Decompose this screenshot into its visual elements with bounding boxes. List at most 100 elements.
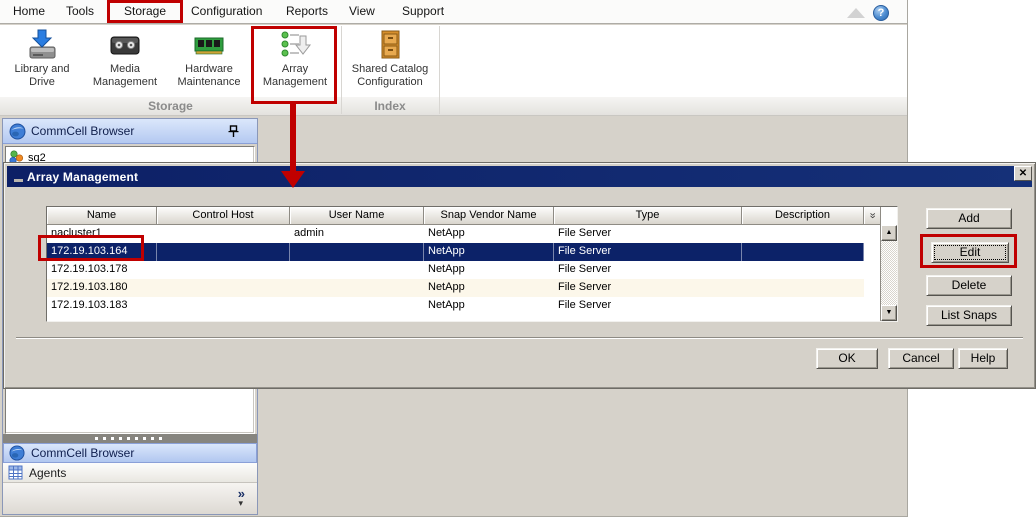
panel-bottom-strip [3, 483, 257, 514]
cancel-button[interactable]: Cancel [888, 348, 954, 369]
column-header-snap_vendor_name[interactable]: Snap Vendor Name [424, 207, 554, 225]
ribbon-hardware-maintenance[interactable]: Hardware Maintenance [166, 26, 252, 102]
ribbon-label: Library and [2, 63, 82, 76]
table-cell-description[interactable] [742, 279, 864, 297]
table-header-row: NameControl HostUser NameSnap Vendor Nam… [47, 207, 897, 225]
ribbon-media-management[interactable]: Media Management [86, 26, 164, 102]
table-row-172.19.103.180[interactable]: 172.19.103.180 NetAppFile Server [47, 279, 864, 297]
screenshot-root: Home Tools Storage Configuration Reports… [0, 0, 1036, 522]
table-cell-name[interactable]: 172.19.103.183 [47, 297, 157, 315]
table-cell-snap_vendor_name[interactable]: NetApp [424, 279, 554, 297]
add-button[interactable]: Add [926, 208, 1012, 229]
table-cell-description[interactable] [742, 225, 864, 243]
library-and-drive-icon [25, 28, 59, 62]
shared-catalog-icon [373, 28, 407, 62]
table-cell-type[interactable]: File Server [554, 261, 742, 279]
table-cell-description[interactable] [742, 261, 864, 279]
dialog-titlebar: Array Management [7, 166, 1032, 187]
table-cell-type[interactable]: File Server [554, 279, 742, 297]
vertical-scrollbar[interactable] [880, 225, 897, 321]
ribbon-separator [341, 26, 342, 114]
delete-button[interactable]: Delete [926, 275, 1012, 296]
agents-grid-icon [8, 465, 23, 480]
ribbon-label: Maintenance [166, 76, 252, 89]
table-cell-snap_vendor_name[interactable]: NetApp [424, 261, 554, 279]
table-cell-user_name[interactable] [290, 297, 424, 315]
menu-reports[interactable]: Reports [286, 4, 328, 18]
annotation-box-array-management [251, 26, 337, 104]
help-button[interactable]: Help [958, 348, 1008, 369]
panel-title: CommCell Browser [31, 124, 134, 138]
table-cell-user_name[interactable] [290, 243, 424, 261]
table-cell-name[interactable]: 172.19.103.178 [47, 261, 157, 279]
media-management-icon [108, 28, 142, 62]
table-cell-description[interactable] [742, 243, 864, 261]
table-cell-type[interactable]: File Server [554, 225, 742, 243]
annotation-box-edit-button [920, 234, 1017, 268]
menu-home[interactable]: Home [13, 4, 45, 18]
ribbon-separator [439, 26, 440, 114]
panel-splitter[interactable] [3, 434, 257, 443]
table-cell-control_host[interactable] [157, 297, 290, 315]
annotation-arrow-line [290, 103, 296, 172]
collapse-ribbon-icon[interactable] [846, 6, 866, 20]
ok-button[interactable]: OK [816, 348, 878, 369]
table-cell-type[interactable]: File Server [554, 243, 742, 261]
ribbon-library-and-drive[interactable]: Library and Drive [2, 26, 82, 102]
ribbon-label: Media [86, 63, 164, 76]
scroll-down-icon[interactable] [881, 305, 897, 321]
column-header-type[interactable]: Type [554, 207, 742, 225]
column-header-description[interactable]: Description [742, 207, 864, 225]
menu-support[interactable]: Support [402, 4, 444, 18]
globe-icon [9, 123, 26, 140]
table-cell-type[interactable]: File Server [554, 297, 742, 315]
column-header-user_name[interactable]: User Name [290, 207, 424, 225]
array-table: NameControl HostUser NameSnap Vendor Nam… [46, 206, 898, 322]
dialog-title: Array Management [27, 170, 138, 184]
table-row-172.19.103.178[interactable]: 172.19.103.178 NetAppFile Server [47, 261, 864, 279]
menu-view[interactable]: View [349, 4, 375, 18]
table-cell-control_host[interactable] [157, 243, 290, 261]
table-row-nacluster1[interactable]: nacluster1adminNetAppFile Server [47, 225, 864, 243]
table-cell-user_name[interactable] [290, 279, 424, 297]
table-cell-snap_vendor_name[interactable]: NetApp [424, 243, 554, 261]
column-customize-icon[interactable] [864, 207, 881, 225]
table-cell-control_host[interactable] [157, 261, 290, 279]
annotation-box-selected-array [38, 235, 144, 261]
ribbon-shared-catalog-configuration[interactable]: Shared Catalog Configuration [344, 26, 436, 102]
pin-icon[interactable] [228, 125, 239, 138]
ribbon-label: Shared Catalog [344, 63, 436, 76]
annotation-arrow-head [281, 171, 305, 188]
table-cell-description[interactable] [742, 297, 864, 315]
menu-tools[interactable]: Tools [66, 4, 94, 18]
dialog-window-icon [14, 179, 23, 182]
table-cell-name[interactable]: 172.19.103.180 [47, 279, 157, 297]
ribbon-label: Management [86, 76, 164, 89]
menu-configuration[interactable]: Configuration [191, 4, 262, 18]
shortcut-agents[interactable]: Agents [3, 463, 257, 483]
table-row-172.19.103.164[interactable]: 172.19.103.164NetAppFile Server [47, 243, 864, 261]
help-icon[interactable] [873, 5, 889, 21]
array-management-dialog: Array Management NameControl HostUser Na… [3, 162, 1036, 389]
table-cell-user_name[interactable] [290, 261, 424, 279]
column-header-name[interactable]: Name [47, 207, 157, 225]
column-header-control_host[interactable]: Control Host [157, 207, 290, 225]
globe-icon [9, 445, 25, 461]
hardware-maintenance-icon [192, 28, 226, 62]
annotation-box-storage-menu [107, 0, 183, 23]
ribbon-label: Configuration [344, 76, 436, 89]
table-row-172.19.103.183[interactable]: 172.19.103.183 NetAppFile Server [47, 297, 864, 315]
table-cell-control_host[interactable] [157, 225, 290, 243]
shortcut-commcell-browser[interactable]: CommCell Browser [3, 443, 257, 463]
scroll-up-icon[interactable] [881, 225, 897, 241]
table-cell-snap_vendor_name[interactable]: NetApp [424, 225, 554, 243]
list-snaps-button[interactable]: List Snaps [926, 305, 1012, 326]
table-cell-user_name[interactable]: admin [290, 225, 424, 243]
splitter-grip [95, 437, 165, 440]
chevron-down-icon[interactable] [238, 498, 243, 509]
shortcut-label: Agents [29, 466, 66, 480]
commcell-browser-header[interactable]: CommCell Browser [3, 119, 257, 144]
table-cell-snap_vendor_name[interactable]: NetApp [424, 297, 554, 315]
close-icon[interactable] [1014, 166, 1032, 181]
table-cell-control_host[interactable] [157, 279, 290, 297]
